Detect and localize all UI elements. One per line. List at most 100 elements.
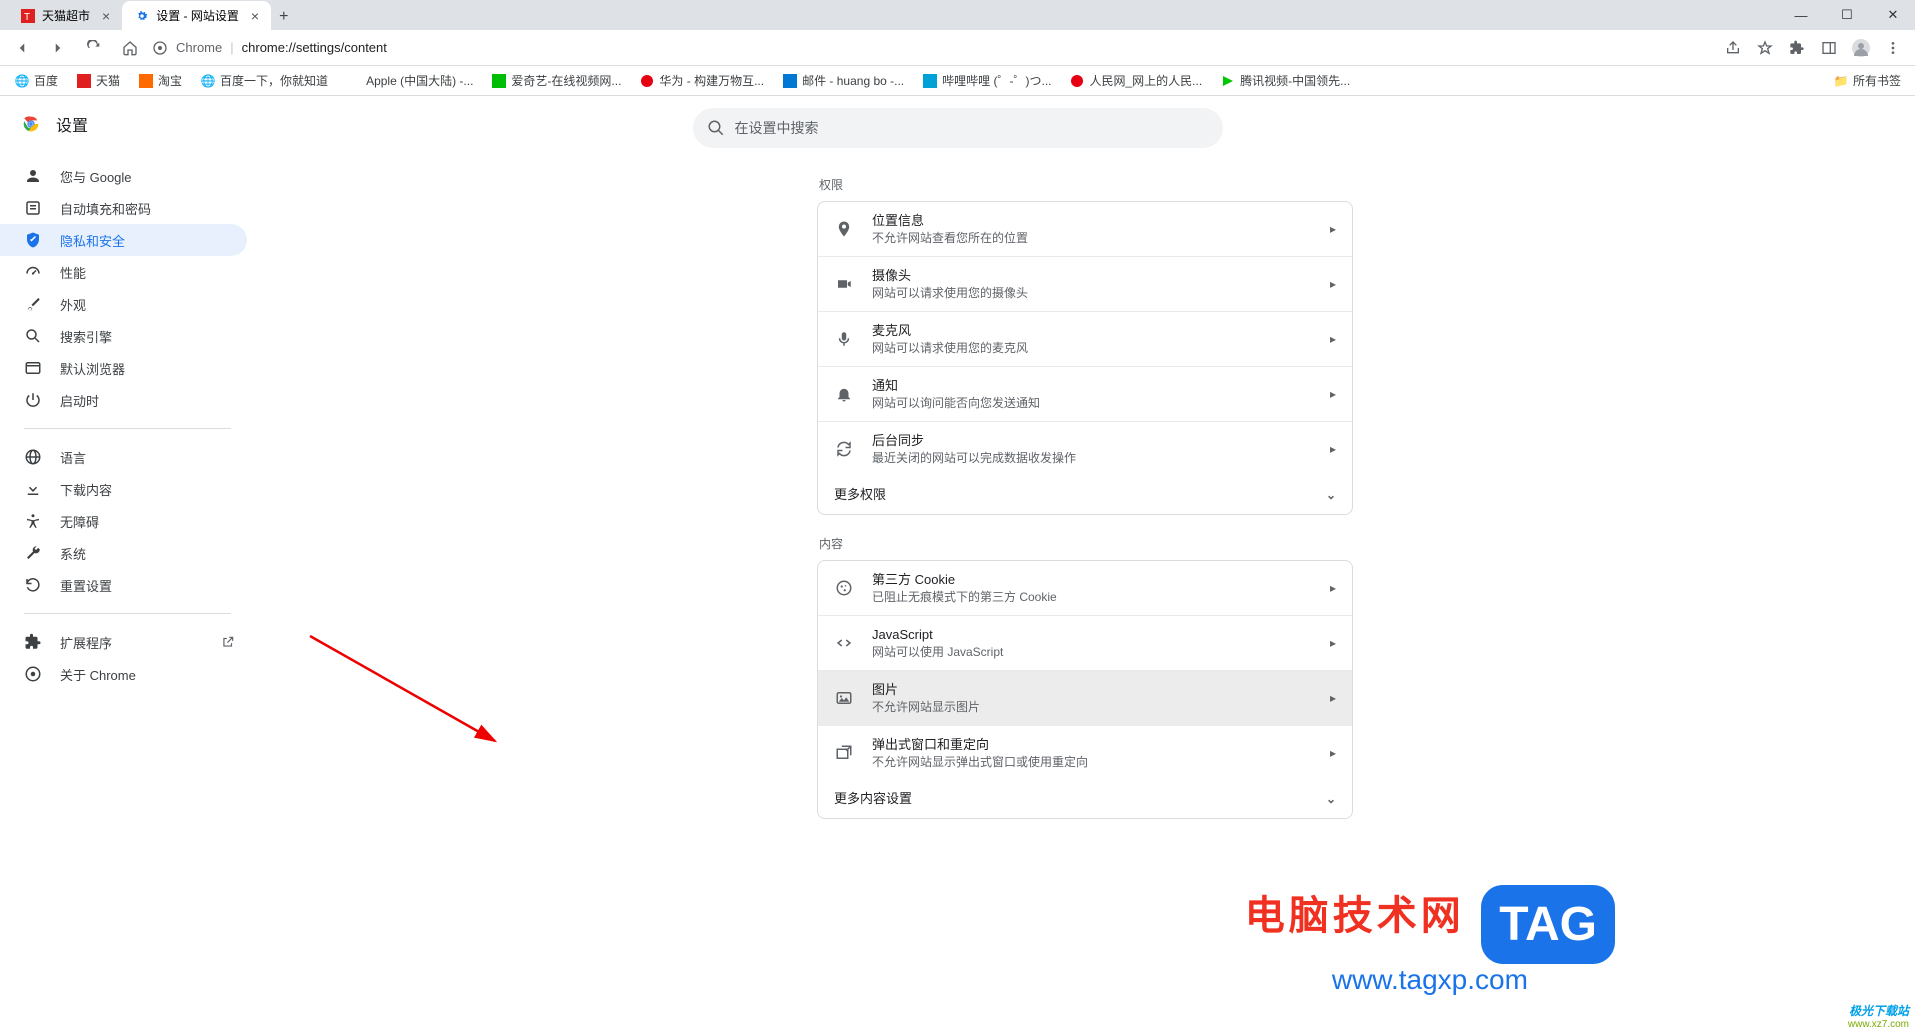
huawei-icon bbox=[639, 73, 655, 89]
sidebar-item-extensions[interactable]: 扩展程序 bbox=[0, 626, 247, 658]
settings-main[interactable]: 权限 位置信息不允许网站查看您所在的位置▸摄像头网站可以请求使用您的摄像头▸麦克… bbox=[255, 96, 1915, 1036]
window-titlebar: T 天猫超市 × 设置 - 网站设置 × + — ☐ ✕ bbox=[0, 0, 1915, 30]
bookmark-star-icon[interactable] bbox=[1751, 34, 1779, 62]
gear-icon bbox=[134, 8, 150, 24]
sidebar-item-label: 外观 bbox=[60, 295, 86, 314]
brush-icon bbox=[24, 295, 42, 313]
a11y-icon bbox=[24, 512, 42, 530]
chevron-right-icon: ▸ bbox=[1330, 746, 1336, 760]
url-path: chrome://settings/content bbox=[242, 40, 387, 55]
bookmark-item[interactable]: Apple (中国大陆) -... bbox=[340, 70, 479, 91]
more-content-row[interactable]: 更多内容设置 ⌄ bbox=[818, 780, 1352, 818]
setting-row-camera[interactable]: 摄像头网站可以请求使用您的摄像头▸ bbox=[818, 257, 1352, 312]
tmall-icon: T bbox=[20, 8, 36, 24]
sidebar-item-about[interactable]: 关于 Chrome bbox=[0, 658, 247, 690]
sidebar-item-label: 重置设置 bbox=[60, 576, 112, 595]
chevron-right-icon: ▸ bbox=[1330, 636, 1336, 650]
setting-row-notifications[interactable]: 通知网站可以询问能否向您发送通知▸ bbox=[818, 367, 1352, 422]
bookmark-item[interactable]: 邮件 - huang bo -... bbox=[776, 70, 910, 91]
tencent-video-icon bbox=[1220, 73, 1236, 89]
extensions-icon[interactable] bbox=[1783, 34, 1811, 62]
sync-icon bbox=[834, 440, 854, 458]
setting-row-location[interactable]: 位置信息不允许网站查看您所在的位置▸ bbox=[818, 202, 1352, 257]
sidebar-item-autofill[interactable]: 自动填充和密码 bbox=[0, 192, 247, 224]
row-title: 麦克风 bbox=[872, 322, 1330, 340]
sidebar-item-accessibility[interactable]: 无障碍 bbox=[0, 505, 247, 537]
setting-row-popups[interactable]: 弹出式窗口和重定向不允许网站显示弹出式窗口或使用重定向▸ bbox=[818, 726, 1352, 780]
chevron-down-icon: ⌄ bbox=[1326, 488, 1336, 502]
row-description: 已阻止无痕模式下的第三方 Cookie bbox=[872, 589, 1330, 605]
row-title: 位置信息 bbox=[872, 212, 1330, 230]
bookmark-item[interactable]: 🌐百度一下，你就知道 bbox=[194, 70, 334, 91]
bookmark-item[interactable]: 淘宝 bbox=[132, 70, 188, 91]
close-icon[interactable]: × bbox=[102, 8, 110, 24]
setting-row-mic[interactable]: 麦克风网站可以请求使用您的麦克风▸ bbox=[818, 312, 1352, 367]
sidebar-item-privacy[interactable]: 隐私和安全 bbox=[0, 224, 247, 256]
autofill-icon bbox=[24, 199, 42, 217]
bookmark-item[interactable]: 哔哩哔哩 (゜-゜)つ... bbox=[916, 70, 1057, 91]
sidebar-item-label: 搜索引擎 bbox=[60, 327, 112, 346]
sidebar-item-language[interactable]: 语言 bbox=[0, 441, 247, 473]
bookmark-item[interactable]: 爱奇艺-在线视频网... bbox=[485, 70, 627, 91]
sidebar-item-label: 扩展程序 bbox=[60, 633, 112, 652]
settings-search[interactable]: 在设置中搜索 bbox=[693, 108, 1223, 148]
section-label-permissions: 权限 bbox=[819, 176, 1353, 193]
close-icon[interactable]: × bbox=[251, 8, 259, 24]
image-icon bbox=[834, 689, 854, 707]
setting-row-cookies[interactable]: 第三方 Cookie已阻止无痕模式下的第三方 Cookie▸ bbox=[818, 561, 1352, 616]
chevron-right-icon: ▸ bbox=[1330, 222, 1336, 236]
row-description: 网站可以询问能否向您发送通知 bbox=[872, 395, 1330, 411]
tab-strip: T 天猫超市 × 设置 - 网站设置 × + bbox=[0, 0, 296, 30]
chevron-right-icon: ▸ bbox=[1330, 442, 1336, 456]
new-tab-button[interactable]: + bbox=[271, 4, 296, 30]
all-bookmarks-button[interactable]: 📁所有书签 bbox=[1827, 70, 1907, 91]
more-permissions-row[interactable]: 更多权限 ⌄ bbox=[818, 476, 1352, 514]
reload-button[interactable] bbox=[80, 34, 108, 62]
sidebar-item-label: 语言 bbox=[60, 448, 86, 467]
iqiyi-icon bbox=[491, 73, 507, 89]
close-button[interactable]: ✕ bbox=[1871, 0, 1915, 30]
bookmark-item[interactable]: 腾讯视频-中国领先... bbox=[1214, 70, 1356, 91]
bookmark-item[interactable]: 🌐百度 bbox=[8, 70, 64, 91]
sidebar-item-label: 关于 Chrome bbox=[60, 665, 136, 684]
cookie-icon bbox=[834, 579, 854, 597]
sidebar-item-you-google[interactable]: 您与 Google bbox=[0, 160, 247, 192]
search-placeholder: 在设置中搜索 bbox=[735, 118, 819, 138]
side-panel-icon[interactable] bbox=[1815, 34, 1843, 62]
share-icon[interactable] bbox=[1719, 34, 1747, 62]
row-title: 第三方 Cookie bbox=[872, 571, 1330, 589]
maximize-button[interactable]: ☐ bbox=[1825, 0, 1869, 30]
sidebar-item-system[interactable]: 系统 bbox=[0, 537, 247, 569]
setting-row-javascript[interactable]: JavaScript网站可以使用 JavaScript▸ bbox=[818, 616, 1352, 671]
forward-button[interactable] bbox=[44, 34, 72, 62]
search-icon bbox=[707, 119, 725, 137]
bookmark-item[interactable]: 天猫 bbox=[70, 70, 126, 91]
setting-row-images[interactable]: 图片不允许网站显示图片▸ bbox=[818, 671, 1352, 726]
home-button[interactable] bbox=[116, 34, 144, 62]
bookmark-item[interactable]: 人民网_网上的人民... bbox=[1063, 70, 1208, 91]
sidebar-item-appearance[interactable]: 外观 bbox=[0, 288, 247, 320]
sidebar-item-performance[interactable]: 性能 bbox=[0, 256, 247, 288]
sidebar-item-reset[interactable]: 重置设置 bbox=[0, 569, 247, 601]
bookmark-item[interactable]: 华为 - 构建万物互... bbox=[633, 70, 770, 91]
minimize-button[interactable]: — bbox=[1779, 0, 1823, 30]
people-icon bbox=[1069, 73, 1085, 89]
browser-icon bbox=[24, 359, 42, 377]
sidebar-item-on-startup[interactable]: 启动时 bbox=[0, 384, 247, 416]
row-description: 网站可以请求使用您的麦克风 bbox=[872, 340, 1330, 356]
tab-settings[interactable]: 设置 - 网站设置 × bbox=[122, 1, 271, 30]
sidebar-item-search-engine[interactable]: 搜索引擎 bbox=[0, 320, 247, 352]
content-card: 第三方 Cookie已阻止无痕模式下的第三方 Cookie▸JavaScript… bbox=[817, 560, 1353, 819]
profile-avatar[interactable] bbox=[1847, 34, 1875, 62]
omnibox[interactable]: Chrome | chrome://settings/content bbox=[152, 40, 387, 56]
back-button[interactable] bbox=[8, 34, 36, 62]
section-label-content: 内容 bbox=[819, 535, 1353, 552]
tab-tmall[interactable]: T 天猫超市 × bbox=[8, 1, 122, 30]
sidebar-item-default-browser[interactable]: 默认浏览器 bbox=[0, 352, 247, 384]
menu-icon[interactable] bbox=[1879, 34, 1907, 62]
sidebar-item-label: 性能 bbox=[60, 263, 86, 282]
settings-app: 设置 在设置中搜索 您与 Google自动填充和密码隐私和安全性能外观搜索引擎默… bbox=[0, 96, 1915, 1036]
setting-row-bg-sync[interactable]: 后台同步最近关闭的网站可以完成数据收发操作▸ bbox=[818, 422, 1352, 476]
globe-icon: 🌐 bbox=[200, 73, 216, 89]
sidebar-item-downloads[interactable]: 下载内容 bbox=[0, 473, 247, 505]
